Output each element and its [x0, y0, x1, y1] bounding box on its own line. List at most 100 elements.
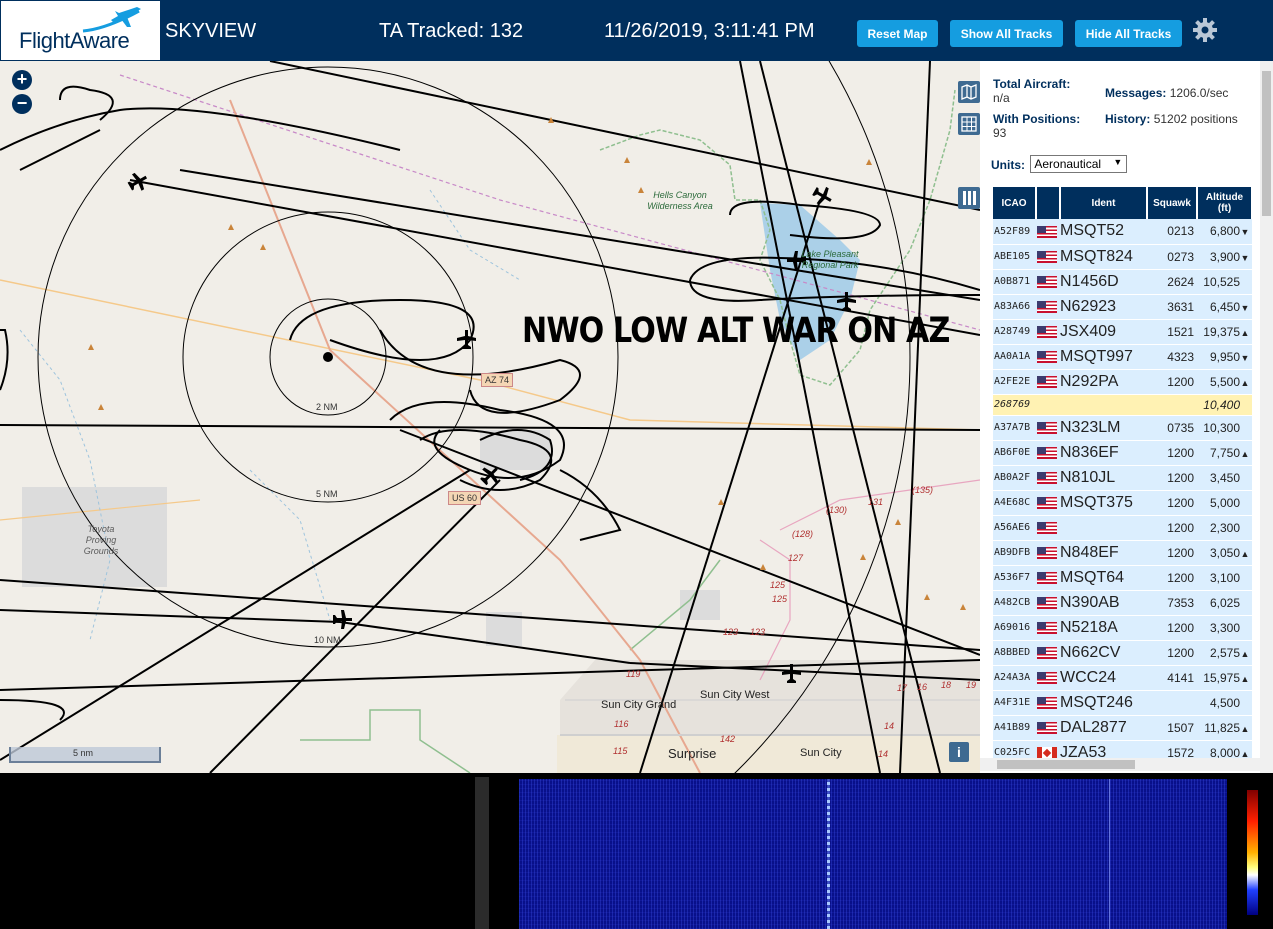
- icao-column-header[interactable]: ICAO: [993, 187, 1037, 219]
- altitude-value: 15,975: [1203, 670, 1240, 685]
- table-row[interactable]: A536F7 MSQT64 1200 3,100: [993, 565, 1252, 591]
- reset-map-button[interactable]: Reset Map: [857, 20, 938, 47]
- zoom-out-button[interactable]: −: [12, 94, 32, 114]
- map-view[interactable]: 2 NM 5 NM 10 NM Hells Canyon Wilderness …: [0, 61, 980, 773]
- usa-flag-icon: [1037, 447, 1057, 460]
- flag-cell: [1036, 515, 1060, 541]
- positions-value: 93: [993, 126, 1007, 140]
- scrollbar-thumb[interactable]: [1262, 71, 1271, 216]
- icao-cell: A41B89: [993, 715, 1036, 741]
- table-row[interactable]: AB9DFB N848EF 1200 3,050▲: [993, 540, 1252, 566]
- squawk-cell: 1200: [1147, 440, 1197, 466]
- ident-cell: N323LM: [1060, 415, 1147, 441]
- ident-cell: MSQT824: [1060, 244, 1147, 270]
- table-row[interactable]: A41B89 DAL2877 1507 11,825▲: [993, 715, 1252, 741]
- scrollbar-thumb[interactable]: [997, 760, 1135, 769]
- flag-cell: [1036, 540, 1060, 566]
- table-columns-button[interactable]: [958, 187, 980, 209]
- squawk-cell: [1147, 690, 1197, 716]
- table-row[interactable]: A0B871 N1456D 2624 10,525: [993, 269, 1252, 295]
- squawk-column-header[interactable]: Squawk: [1147, 187, 1198, 219]
- table-row[interactable]: A8BBED N662CV 1200 2,575▲: [993, 640, 1252, 666]
- table-row[interactable]: A69016 N5218A 1200 3,300: [993, 615, 1252, 641]
- icao-cell: A2FE2E: [993, 369, 1036, 395]
- usa-flag-icon: [1037, 647, 1057, 660]
- altitude-trend-icon: ▲: [1240, 377, 1250, 388]
- flag-cell: [1036, 344, 1060, 370]
- map-grid-button[interactable]: [958, 113, 980, 135]
- road-number: 131: [868, 497, 884, 507]
- flag-cell: [1036, 590, 1060, 616]
- altitude-value: 2,300: [1209, 520, 1240, 535]
- lake-pleasant-label: Lake Pleasant Regional Park: [801, 249, 859, 270]
- sidebar-vertical-scrollbar[interactable]: [1260, 61, 1273, 773]
- table-row[interactable]: 268769 10,400: [993, 394, 1252, 416]
- flag-cell: [1036, 440, 1060, 466]
- flag-cell: [1036, 490, 1060, 516]
- flag-column-header[interactable]: [1036, 187, 1061, 219]
- squawk-cell: 3631: [1147, 294, 1197, 320]
- altitude-column-header[interactable]: Altitude (ft): [1197, 187, 1253, 219]
- flag-cell: [1036, 690, 1060, 716]
- flag-cell: [1036, 565, 1060, 591]
- units-select[interactable]: Aeronautical ▼: [1030, 155, 1128, 173]
- toyota-proving-label: Toyota Proving Grounds: [83, 524, 119, 556]
- table-row[interactable]: A56AE6 1200 2,300: [993, 515, 1252, 541]
- usa-flag-icon: [1037, 622, 1057, 635]
- panel-divider[interactable]: [475, 777, 489, 929]
- squawk-cell: 1521: [1147, 319, 1197, 345]
- info-button[interactable]: i: [949, 742, 969, 762]
- table-row[interactable]: ABE105 MSQT824 0273 3,900▼: [993, 244, 1252, 270]
- table-row[interactable]: A37A7B N323LM 0735 10,300: [993, 415, 1252, 441]
- show-all-tracks-button[interactable]: Show All Tracks: [950, 20, 1063, 47]
- chevron-down-icon: ▼: [1113, 157, 1123, 167]
- squawk-cell: 0213: [1147, 219, 1197, 245]
- logo-text: FlightAware: [19, 28, 130, 53]
- road-number: 125: [770, 580, 786, 590]
- icao-cell: ABE105: [993, 244, 1036, 270]
- altitude-trend-icon: ▼: [1240, 252, 1250, 263]
- altitude-cell: 2,575▲: [1197, 640, 1252, 666]
- table-row[interactable]: A24A3A WCC24 4141 15,975▲: [993, 665, 1252, 691]
- scale-label: 5 nm: [73, 748, 94, 758]
- table-row[interactable]: A4F31E MSQT246 4,500: [993, 690, 1252, 716]
- altitude-cell: 19,375▲: [1197, 319, 1252, 345]
- sun-city-grand-label: Sun City Grand: [601, 699, 677, 711]
- zoom-in-button[interactable]: +: [12, 70, 32, 90]
- app-title: SKYVIEW: [165, 20, 257, 42]
- altitude-cell: 6,025: [1197, 590, 1252, 616]
- table-row[interactable]: A83A66 N62923 3631 6,450▼: [993, 294, 1252, 320]
- map-canvas[interactable]: [0, 61, 980, 773]
- road-number: 17: [897, 683, 908, 693]
- altitude-trend-icon: ▼: [1240, 302, 1250, 313]
- flag-cell: [1036, 465, 1060, 491]
- sidebar-horizontal-scrollbar[interactable]: [980, 758, 1260, 771]
- altitude-value: 6,800: [1209, 224, 1240, 239]
- table-row[interactable]: A28749 JSX409 1521 19,375▲: [993, 319, 1252, 345]
- table-row[interactable]: AA0A1A MSQT997 4323 9,950▼: [993, 344, 1252, 370]
- table-row[interactable]: A4E68C MSQT375 1200 5,000: [993, 490, 1252, 516]
- usa-flag-icon: [1037, 597, 1057, 610]
- map-layers-button[interactable]: [958, 81, 980, 103]
- gear-icon[interactable]: [1192, 17, 1218, 43]
- icao-cell: A8BBED: [993, 640, 1036, 666]
- altitude-cell: 15,975▲: [1197, 665, 1252, 691]
- flag-cell: [1036, 415, 1060, 441]
- usa-flag-icon: [1037, 522, 1057, 535]
- table-row[interactable]: A52F89 MSQT52 0213 6,800▼: [993, 219, 1252, 245]
- table-row[interactable]: A482CB N390AB 7353 6,025: [993, 590, 1252, 616]
- squawk-cell: 1200: [1147, 615, 1197, 641]
- flightaware-logo[interactable]: FlightAware: [1, 1, 160, 60]
- table-row[interactable]: AB6F0E N836EF 1200 7,750▲: [993, 440, 1252, 466]
- ident-cell: N848EF: [1060, 540, 1147, 566]
- table-row[interactable]: A2FE2E N292PA 1200 5,500▲: [993, 369, 1252, 395]
- ident-cell: N292PA: [1060, 369, 1147, 395]
- messages-stat: Messages: 1206.0/sec: [1105, 86, 1265, 100]
- altitude-value: 10,525: [1203, 274, 1240, 289]
- altitude-trend-icon: ▼: [1240, 227, 1250, 238]
- flag-cell: [1036, 369, 1060, 395]
- hide-all-tracks-button[interactable]: Hide All Tracks: [1075, 20, 1182, 47]
- table-row[interactable]: AB0A2F N810JL 1200 3,450: [993, 465, 1252, 491]
- altitude-value: 5,500: [1209, 374, 1240, 389]
- ident-column-header[interactable]: Ident: [1060, 187, 1148, 219]
